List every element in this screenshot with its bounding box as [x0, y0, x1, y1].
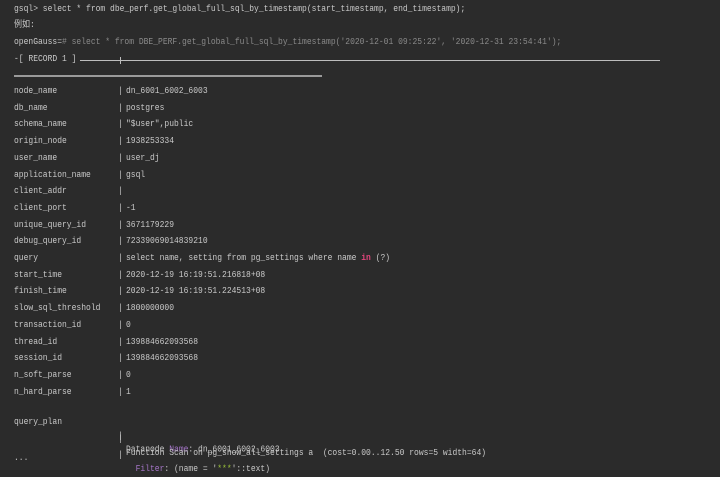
field-value: gsql — [126, 169, 146, 181]
field-value: select name, setting from pg_settings wh… — [126, 253, 391, 264]
column-separator: | — [118, 86, 123, 97]
field-value: dn_6001_6002_6003 — [126, 86, 208, 97]
field-key: application_name — [14, 169, 91, 181]
field-value: 0 — [126, 370, 131, 381]
field-key: n_soft_parse — [14, 370, 72, 381]
column-separator: | — [118, 450, 123, 461]
column-separator: | — [118, 320, 123, 331]
field-value: 3671179229 — [126, 219, 175, 231]
column-separator: | — [118, 219, 123, 231]
column-separator: | — [118, 434, 123, 445]
field-key: thread_id — [14, 336, 58, 348]
field-key: start_time — [14, 269, 63, 281]
field-value: 1938253334 — [126, 136, 175, 147]
column-separator: | — [118, 370, 123, 381]
field-key: client_addr — [14, 186, 67, 197]
command-text: # select * from DBE_PERF.get_global_full… — [62, 37, 562, 48]
field-key: finish_time — [14, 286, 67, 297]
column-separator: | — [118, 353, 123, 364]
field-value: 2020-12-19 16:19:51.224513+08 — [126, 286, 266, 297]
column-separator: | — [118, 253, 123, 264]
field-key: unique_query_id — [14, 219, 87, 231]
column-separator: | — [118, 119, 123, 130]
record-divider — [80, 60, 660, 61]
field-key: n_hard_parse — [14, 386, 72, 398]
column-separator: | — [118, 286, 123, 297]
field-value: Function Scan on pg_show_all_settings a … — [126, 447, 487, 459]
column-separator: | — [118, 303, 123, 314]
field-key: slow_sql_threshold — [14, 303, 101, 314]
column-separator: | — [118, 236, 123, 247]
field-key: session_id — [14, 353, 63, 364]
field-key: user_name — [14, 153, 58, 164]
column-separator: | — [118, 169, 123, 181]
column-separator: | — [118, 186, 123, 197]
field-value: 72339069014839210 — [126, 236, 208, 247]
field-key: client_port — [14, 203, 67, 214]
table-row-query-plan: query_plan | Datanode Name: dn_6001_6002… — [14, 402, 280, 455]
field-value: -1 — [126, 203, 136, 214]
example-label: 例如: — [14, 20, 35, 31]
field-value: "$user",public — [126, 119, 194, 130]
field-key: query — [14, 253, 39, 264]
field-key: db_name — [14, 102, 48, 114]
table-row-query-plan-cont: | Filter: (name = '***'::text) — [14, 435, 270, 474]
field-value: 139884662093568 — [126, 336, 199, 348]
column-separator: | — [118, 102, 123, 114]
field-value: 1 — [126, 386, 131, 398]
field-value: user_dj — [126, 153, 160, 164]
field-value: 2020-12-19 16:19:51.216818+08 — [126, 269, 266, 281]
column-separator: | — [118, 136, 123, 147]
column-separator: | — [118, 386, 123, 398]
field-key: transaction_id — [14, 320, 82, 331]
record-header: -[ RECORD 1 ] — [14, 54, 77, 65]
column-separator: | — [118, 203, 123, 214]
header-underline — [14, 75, 322, 77]
table-row-query-plan-cont: | Function Scan on pg_show_all_settings … — [14, 419, 486, 458]
field-value: 1800000000 — [126, 303, 175, 314]
column-separator: | — [118, 336, 123, 348]
example-command: openGauss=# select * from DBE_PERF.get_g… — [14, 36, 561, 50]
record-divider-tick — [120, 57, 121, 64]
field-key: node_name — [14, 86, 58, 97]
field-key: origin_node — [14, 136, 67, 147]
syntax-line: gsql> select * from dbe_perf.get_global_… — [14, 4, 466, 15]
field-value: Filter: (name = '***'::text) — [126, 463, 271, 475]
column-separator: | — [118, 153, 123, 164]
column-separator: | — [118, 269, 123, 281]
field-value: postgres — [126, 102, 165, 114]
field-value: 139884662093568 — [126, 353, 199, 364]
field-key: debug_query_id — [14, 236, 82, 247]
field-key: schema_name — [14, 119, 67, 130]
prompt: openGauss= — [14, 37, 63, 48]
field-value: 0 — [126, 320, 131, 331]
